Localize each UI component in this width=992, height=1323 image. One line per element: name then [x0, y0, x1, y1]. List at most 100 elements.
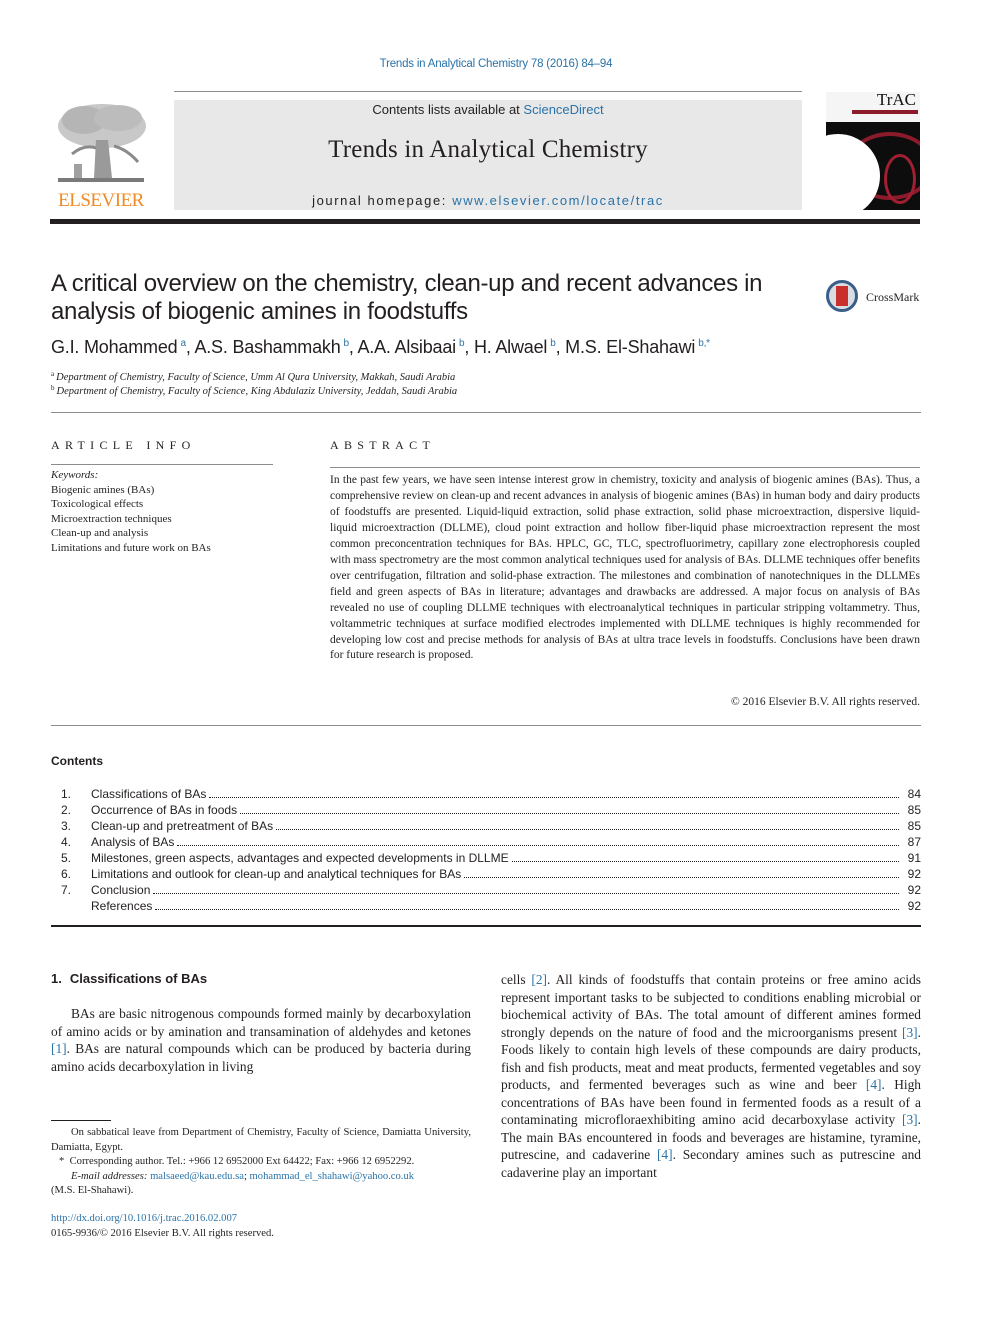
cover-swirl-small	[884, 154, 916, 204]
toc-leader	[153, 892, 899, 894]
toc-leader	[177, 844, 899, 846]
toc-item[interactable]: 4. Analysis of BAs 87	[51, 834, 921, 850]
toc-number: 1.	[61, 787, 72, 801]
body-text: . BAs are natural compounds which can be…	[51, 1041, 471, 1074]
body-left-column: BAs are basic nitrogenous compounds form…	[51, 1005, 471, 1075]
doi-link[interactable]: http://dx.doi.org/10.1016/j.trac.2016.02…	[51, 1213, 237, 1224]
toc-label[interactable]: Clean-up and pretreatment of BAs	[91, 818, 276, 834]
author: M.S. El-Shahawi b,*	[565, 337, 710, 357]
abstract-rule	[330, 467, 920, 468]
article-title: A critical overview on the chemistry, cl…	[51, 270, 763, 325]
affiliation-a: a Department of Chemistry, Faculty of Sci…	[51, 370, 455, 383]
author-name: G.I. Mohammed	[51, 337, 178, 357]
citation-link[interactable]: [4]	[657, 1147, 673, 1162]
toc-label[interactable]: Limitations and outlook for clean-up and…	[91, 866, 464, 882]
affiliation-rule	[51, 412, 921, 413]
author: H. Alwael b,	[474, 337, 565, 357]
email-link[interactable]: mohammad_el_shahawi@yahoo.co.uk	[250, 1171, 415, 1182]
toc-page: 92	[907, 867, 921, 881]
journal-homepage: journal homepage: www.elsevier.com/locat…	[174, 193, 802, 208]
author-name: A.S. Bashammakh	[194, 337, 341, 357]
journal-homepage-link[interactable]: www.elsevier.com/locate/trac	[452, 193, 664, 208]
toc-item[interactable]: References 92	[51, 898, 921, 914]
article-info-rule	[51, 464, 273, 465]
toc-item[interactable]: 6. Limitations and outlook for clean-up a…	[51, 866, 921, 882]
toc-label[interactable]: Occurrence of BAs in foods	[91, 802, 240, 818]
keywords-block: Keywords: Biogenic amines (BAs) Toxicolo…	[51, 468, 281, 555]
body-text: BAs are basic nitrogenous compounds form…	[51, 1006, 471, 1039]
email-owner: (M.S. El-Shahawi).	[51, 1185, 134, 1197]
issn-copyright: 0165-9936/© 2016 Elsevier B.V. All right…	[51, 1227, 274, 1239]
header-rule	[174, 91, 802, 92]
journal-cover-image[interactable]: TrAC	[826, 92, 920, 210]
citation-link[interactable]: [3]	[902, 1025, 918, 1040]
elsevier-wordmark: ELSEVIER	[58, 190, 144, 211]
elsevier-tree-icon	[54, 100, 148, 186]
contents-prefix: Contents lists available at	[372, 102, 524, 117]
author-separator: ,	[348, 337, 358, 357]
body-right-column: cells [2]. All kinds of foodstuffs that …	[501, 971, 921, 1181]
body-text: cells	[501, 972, 532, 987]
toc-number: 2.	[61, 803, 72, 817]
doi-block: http://dx.doi.org/10.1016/j.trac.2016.02…	[51, 1212, 274, 1241]
citation-link[interactable]: [3]	[902, 1112, 918, 1127]
citation-link[interactable]: [2]	[531, 972, 547, 987]
toc-label[interactable]: References	[91, 898, 155, 914]
toc-label[interactable]: Conclusion	[91, 882, 153, 898]
body-text: . All kinds of foodstuffs that contain p…	[501, 972, 921, 1040]
toc-number: 5.	[61, 851, 72, 865]
abstract-text: In the past few years, we have seen inte…	[330, 474, 920, 662]
contents-bottom-rule	[51, 925, 921, 927]
email-link[interactable]: malsaeed@kau.edu.sa	[150, 1171, 244, 1182]
crossmark-ribbon-icon	[836, 286, 848, 306]
affiliation-ref[interactable]: b,*	[698, 338, 710, 349]
sciencedirect-link[interactable]: ScienceDirect	[523, 102, 603, 117]
author: G.I. Mohammed a,	[51, 337, 194, 357]
email-label: E-mail addresses:	[71, 1170, 148, 1182]
footnote-sabbatical: On sabbatical leave from Department of C…	[51, 1127, 471, 1153]
cover-title-bar	[852, 110, 918, 114]
toc-label[interactable]: Milestones, green aspects, advantages an…	[91, 850, 512, 866]
toc-item[interactable]: 7. Conclusion 92	[51, 882, 921, 898]
toc-item[interactable]: 3. Clean-up and pretreatment of BAs 85	[51, 818, 921, 834]
cover-title: TrAC	[876, 92, 916, 109]
toc-leader	[240, 812, 899, 814]
toc-number: 7.	[61, 883, 72, 897]
keyword: Toxicological effects	[51, 498, 144, 510]
crossmark-label: CrossMark	[866, 290, 920, 304]
abstract-copyright: © 2016 Elsevier B.V. All rights reserved…	[731, 696, 920, 708]
toc-leader	[209, 796, 899, 798]
contents-availability: Contents lists available at ScienceDirec…	[174, 102, 802, 117]
citation-link[interactable]: [1]	[51, 1041, 67, 1056]
elsevier-logo[interactable]: ELSEVIER	[50, 100, 152, 212]
affiliation-text: Department of Chemistry, Faculty of Scie…	[56, 372, 456, 383]
toc-label[interactable]: Classifications of BAs	[91, 786, 209, 802]
toc-leader	[464, 876, 899, 878]
section-1-heading: 1. Classifications of BAs	[51, 971, 207, 986]
running-head[interactable]: Trends in Analytical Chemistry 78 (2016)…	[0, 58, 992, 70]
article-info-heading: ARTICLE INFO	[51, 438, 196, 452]
toc-item[interactable]: 1. Classifications of BAs 84	[51, 786, 921, 802]
author-separator: ,	[464, 337, 474, 357]
affiliation-mark: b	[51, 384, 55, 392]
toc-label[interactable]: Analysis of BAs	[91, 834, 177, 850]
toc-page: 85	[907, 803, 921, 817]
keywords-label: Keywords:	[51, 469, 99, 481]
citation-link[interactable]: [4]	[866, 1077, 882, 1092]
author-separator: ,	[555, 337, 566, 357]
toc-page: 92	[907, 899, 921, 913]
section-number: 1.	[51, 971, 62, 986]
keyword: Biogenic amines (BAs)	[51, 483, 155, 496]
toc-page: 85	[907, 819, 921, 833]
author-name: A.A. Alsibaai	[357, 337, 457, 357]
keyword: Clean-up and analysis	[51, 527, 149, 539]
journal-citation-link[interactable]: Trends in Analytical Chemistry 78 (2016)…	[380, 58, 613, 70]
journal-banner: Contents lists available at ScienceDirec…	[174, 100, 802, 210]
affiliation-b: b Department of Chemistry, Faculty of Sci…	[51, 384, 457, 397]
toc-item[interactable]: 2. Occurrence of BAs in foods 85	[51, 802, 921, 818]
masthead-rule	[50, 219, 920, 224]
abstract-bottom-rule	[51, 725, 921, 726]
toc-item[interactable]: 5. Milestones, green aspects, advantages …	[51, 850, 921, 866]
footnote-corresponding: * Corresponding author. Tel.: +966 12 69…	[51, 1155, 471, 1170]
crossmark-badge[interactable]: CrossMark	[826, 280, 926, 316]
